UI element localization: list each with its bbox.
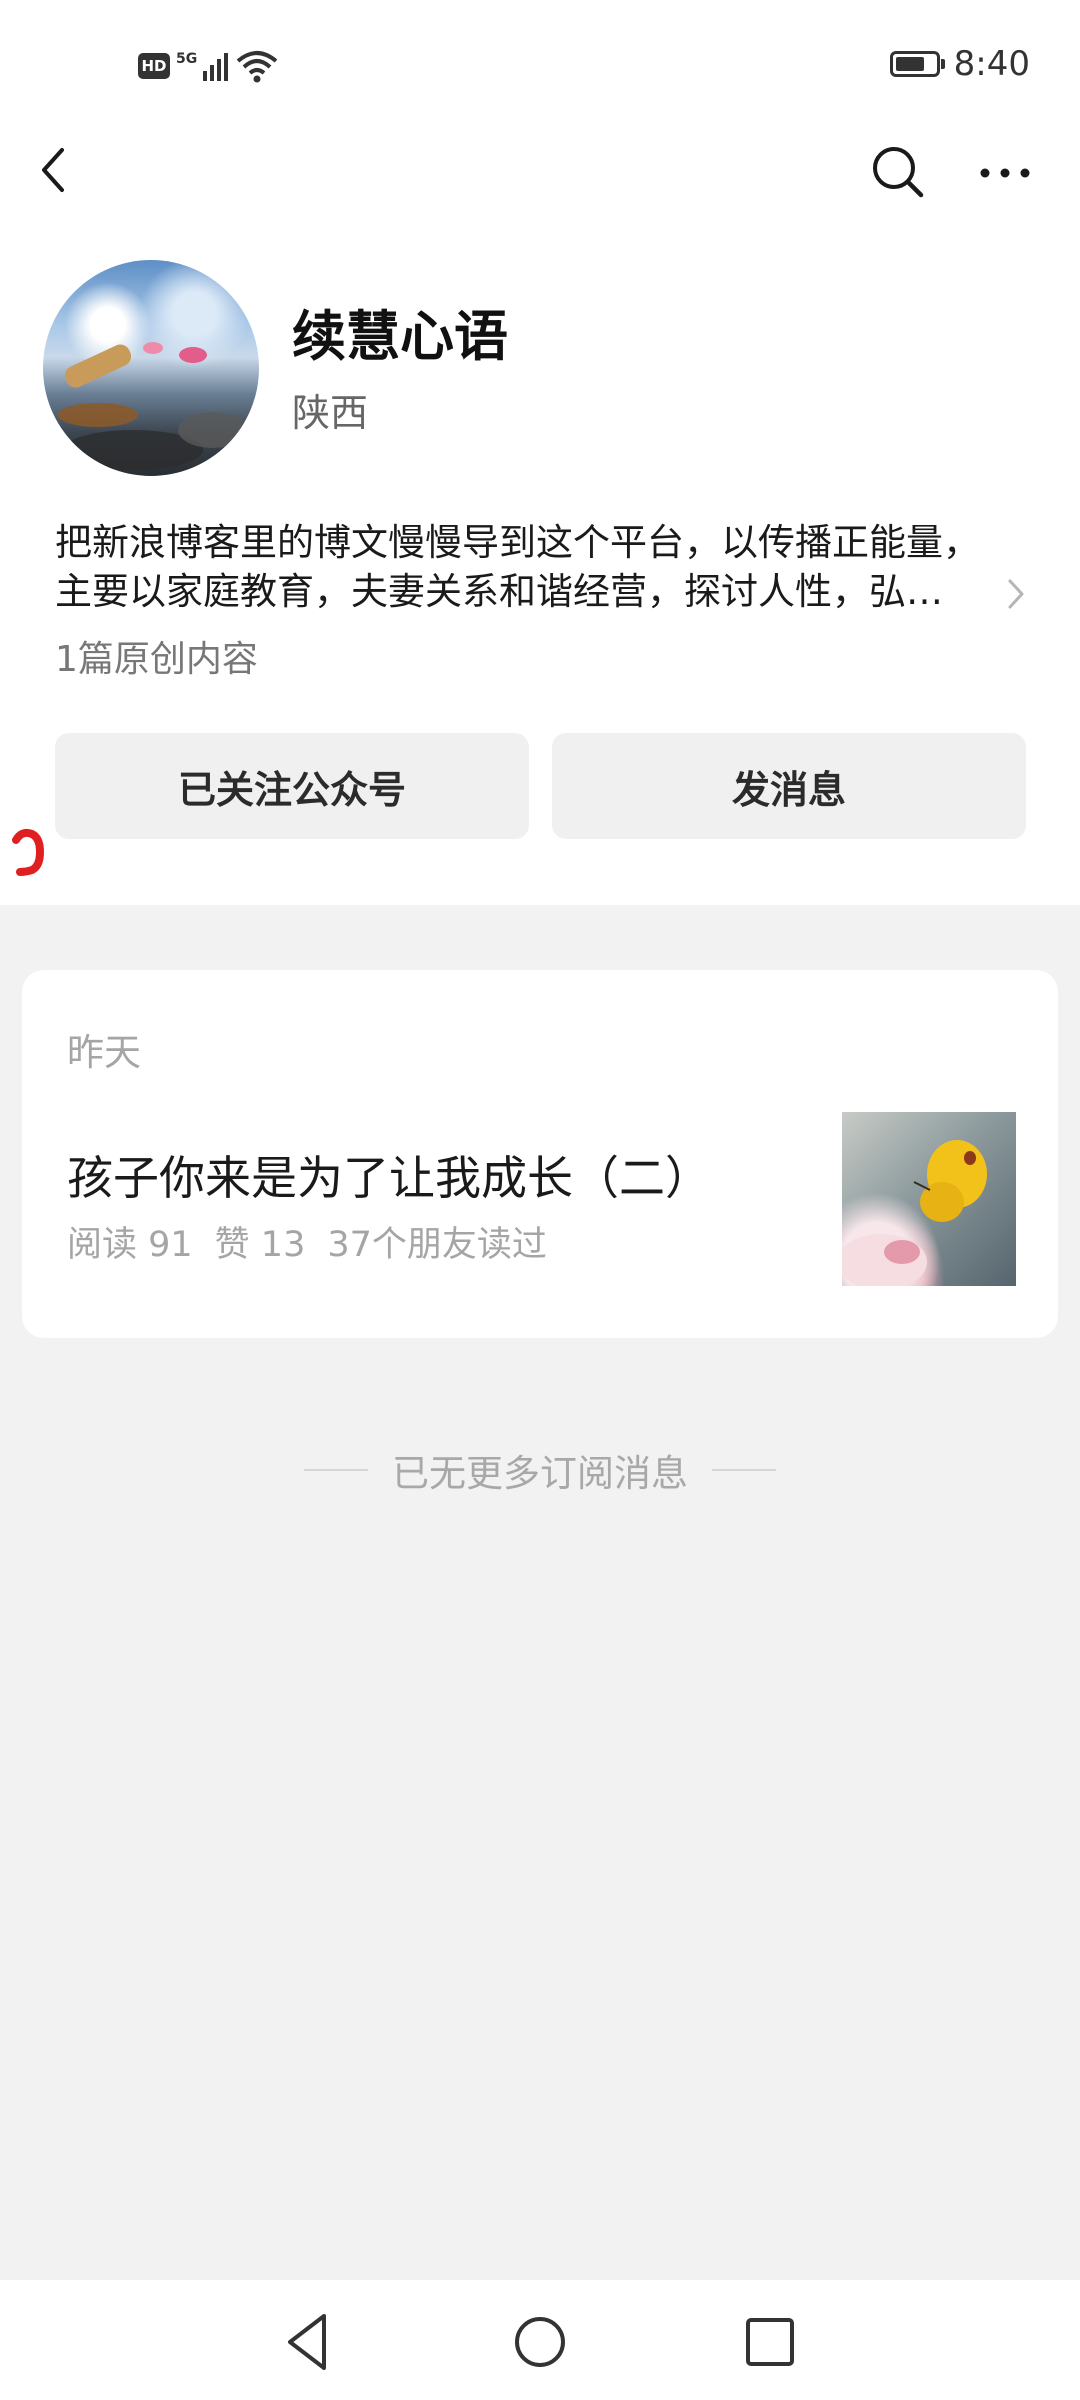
original-count[interactable]: 1篇原创内容: [55, 630, 258, 682]
send-message-button[interactable]: 发消息: [552, 733, 1026, 839]
network-type: 5G: [176, 51, 198, 67]
intro-line-1: 把新浪博客里的博文慢慢导到这个平台，以传播正能量，: [55, 521, 980, 564]
article-meta: 阅读 91 赞 13 37个朋友读过: [67, 1216, 569, 1267]
no-more-text: 已无更多订阅消息: [392, 1452, 688, 1495]
account-name: 续慧心语: [292, 305, 508, 368]
like-count: 赞 13: [214, 1225, 306, 1265]
wifi-icon: [236, 51, 278, 83]
avatar-image: [58, 342, 248, 470]
status-right: 8:40: [889, 42, 1030, 86]
butterfly-image: [842, 1140, 987, 1286]
battery-icon: [889, 51, 945, 77]
intro-line-2: 主要以家庭教育，夫妻关系和谐经营，探讨人性，弘…: [55, 570, 943, 613]
no-more-divider: 已无更多订阅消息: [0, 1443, 1080, 1497]
avatar[interactable]: [43, 260, 259, 476]
chevron-right-icon[interactable]: [1004, 575, 1028, 613]
system-recents-icon[interactable]: [730, 2302, 810, 2382]
red-annotation-mark: [12, 828, 45, 876]
account-intro[interactable]: 把新浪博客里的博文慢慢导到这个平台，以传播正能量， 主要以家庭教育，夫妻关系和谐…: [55, 518, 995, 616]
signal-icon: [203, 53, 229, 81]
article-thumbnail[interactable]: [842, 1112, 1016, 1286]
status-left: HD 5G: [138, 46, 279, 86]
system-nav-bar: [0, 2280, 1080, 2400]
article-date: 昨天: [67, 1031, 141, 1074]
search-icon[interactable]: [868, 142, 928, 202]
read-count: 阅读 91: [67, 1225, 193, 1265]
back-icon[interactable]: [30, 140, 80, 200]
divider-line-left: [304, 1469, 368, 1471]
article-card[interactable]: 昨天 孩子你来是为了让我成长（二） 阅读 91 赞 13 37个朋友读过: [22, 970, 1058, 1338]
hd-badge: HD: [138, 53, 170, 79]
more-icon[interactable]: [975, 145, 1035, 201]
status-bar: HD 5G 8:40: [0, 0, 1080, 130]
system-home-icon[interactable]: [500, 2302, 580, 2382]
friends-read: 37个朋友读过: [327, 1225, 547, 1265]
divider-line-right: [712, 1469, 776, 1471]
article-title[interactable]: 孩子你来是为了让我成长（二）: [67, 1142, 711, 1208]
account-region: 陕西: [292, 391, 369, 435]
clock: 8:40: [953, 44, 1030, 84]
followed-button[interactable]: 已关注公众号: [55, 733, 529, 839]
system-back-icon[interactable]: [268, 2302, 348, 2382]
